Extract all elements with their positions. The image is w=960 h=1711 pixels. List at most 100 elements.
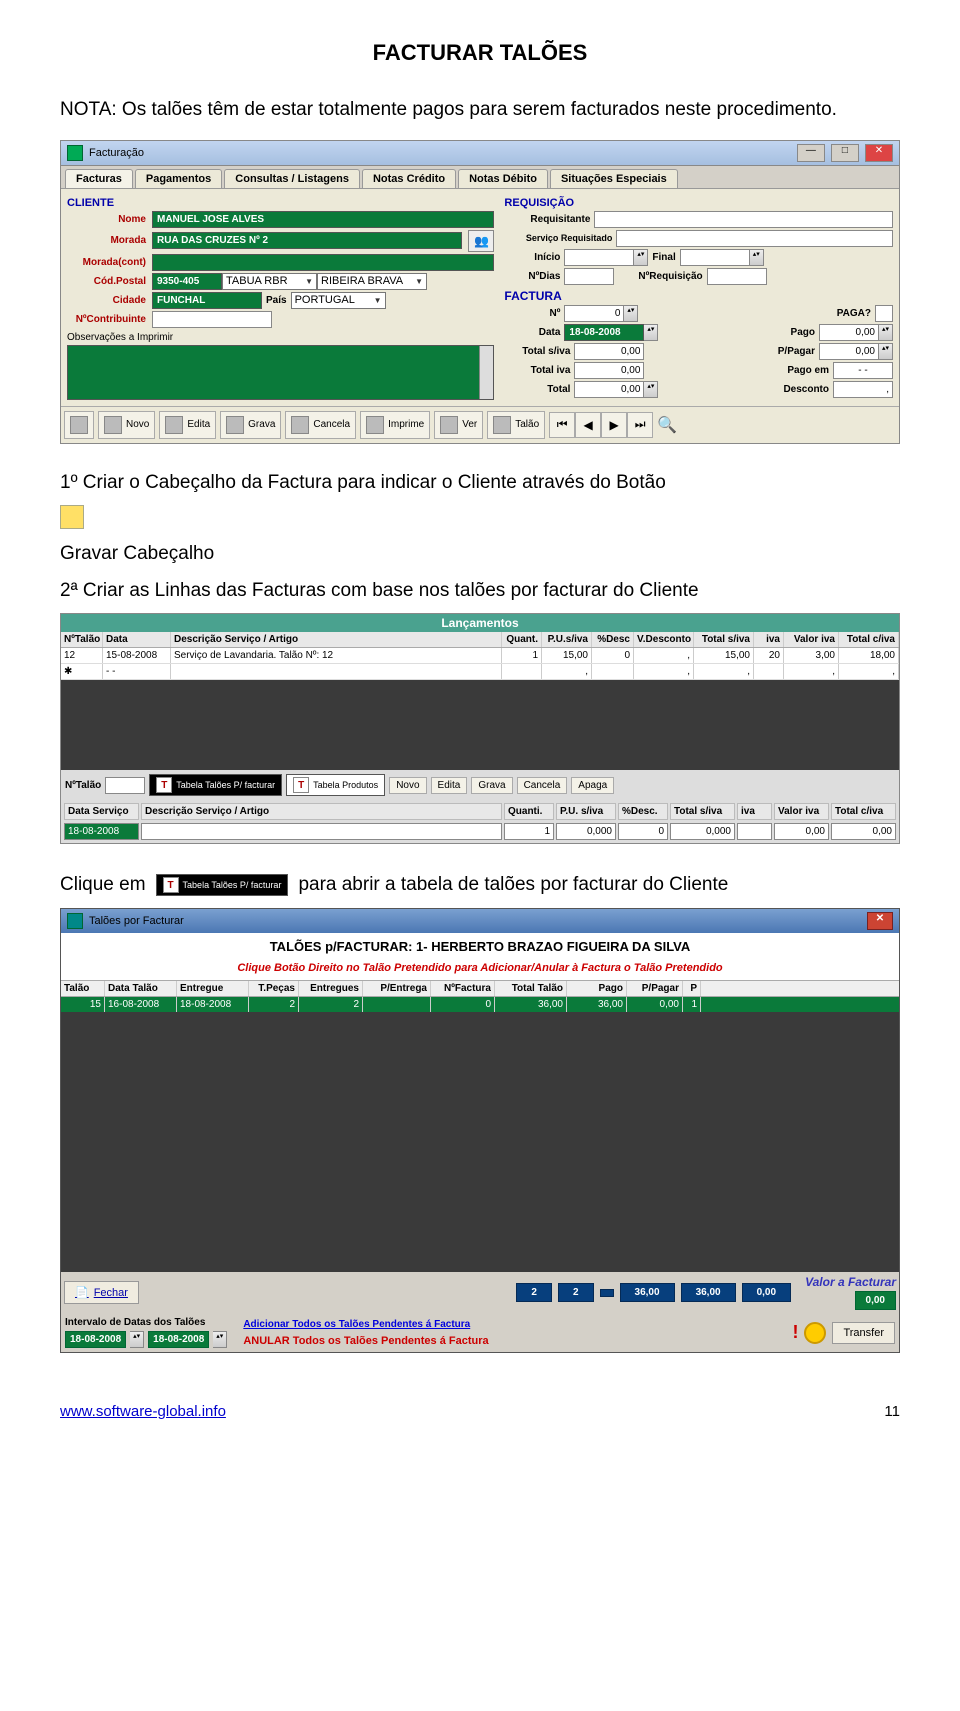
tab-consultas[interactable]: Consultas / Listagens	[224, 169, 360, 188]
sel-conc[interactable]: RIBEIRA BRAVA▼	[317, 273, 427, 290]
lbl-data: Data	[504, 327, 564, 338]
lbl-total: Total	[504, 384, 574, 395]
inline-tabela-taloes-button[interactable]: TTabela Talões P/ facturar	[156, 874, 289, 896]
tot-ent: 2	[558, 1283, 594, 1302]
prev-btn[interactable]	[64, 411, 94, 439]
novo-line-btn[interactable]: Novo	[389, 777, 426, 794]
cancela-line-btn[interactable]: Cancela	[517, 777, 568, 794]
tabela-taloes-button[interactable]: TTabela Talões P/ facturar	[149, 774, 282, 796]
edita-btn[interactable]: Edita	[159, 411, 216, 439]
val-data[interactable]: 18-08-2008	[564, 324, 644, 341]
window-titlebar: Facturação — □ ✕	[61, 141, 899, 166]
grid-body-empty	[61, 680, 899, 770]
spin-data[interactable]: ▴▾	[644, 324, 658, 341]
date-from[interactable]: 18-08-2008	[65, 1331, 126, 1348]
col-iva: iva	[754, 632, 784, 647]
spin-d1[interactable]: ▴▾	[130, 1331, 144, 1348]
lbl-pais: País	[262, 295, 291, 306]
spin-pago[interactable]: ▴▾	[879, 324, 893, 341]
val-morada[interactable]: RUA DAS CRUZES Nº 2	[152, 232, 462, 249]
nav-first[interactable]: ⏮	[549, 412, 575, 438]
val-codpost[interactable]: 9350-405	[152, 273, 222, 290]
search-icon[interactable]: 🔍	[657, 415, 677, 435]
col-tciva: Total c/iva	[839, 632, 899, 647]
spin-final[interactable]: ▴▾	[750, 249, 764, 266]
window3-titlebar: Talões por Facturar ✕	[61, 909, 899, 933]
grava-line-btn[interactable]: Grava	[471, 777, 512, 794]
val-final[interactable]	[680, 249, 750, 266]
win3-gridhead: Talão Data Talão Entregue T.Peças Entreg…	[61, 980, 899, 997]
spin-inicio[interactable]: ▴▾	[634, 249, 648, 266]
add-all-link[interactable]: Adicionar Todos os Talões Pendentes á Fa…	[243, 1319, 786, 1330]
minimize-button[interactable]: —	[797, 144, 825, 162]
val-serv[interactable]	[616, 230, 893, 247]
win3-header: TALÕES p/FACTURAR: 1- HERBERTO BRAZAO FI…	[61, 933, 899, 960]
val-n[interactable]: 0	[564, 305, 624, 322]
talao-btn[interactable]: Talão	[487, 411, 545, 439]
maximize-button[interactable]: □	[831, 144, 859, 162]
spin-d2[interactable]: ▴▾	[213, 1331, 227, 1348]
summary-labels: Data Serviço Descrição Serviço / Artigo …	[61, 800, 899, 823]
nav-last[interactable]: ⏭	[627, 412, 653, 438]
obs-textarea[interactable]	[67, 345, 494, 400]
spin-ppagar[interactable]: ▴▾	[879, 343, 893, 360]
transfer-button[interactable]: Transfer	[832, 1322, 895, 1344]
val-inicio[interactable]	[564, 249, 634, 266]
val-pagoem[interactable]: - -	[833, 362, 893, 379]
val-nreq[interactable]	[707, 268, 767, 285]
close-button[interactable]: ✕	[865, 144, 893, 162]
tab-notas-debito[interactable]: Notas Débito	[458, 169, 548, 188]
col-data: Data	[103, 632, 171, 647]
tab-notas-credito[interactable]: Notas Crédito	[362, 169, 456, 188]
tabela-produtos-button[interactable]: TTabela Produtos	[286, 774, 385, 796]
grid-row-empty[interactable]: ✱- -,,,,,	[61, 664, 899, 680]
val-desconto[interactable]: ,	[833, 381, 893, 398]
note-text: NOTA: Os talões têm de estar totalmente …	[60, 96, 900, 125]
edita-line-btn[interactable]: Edita	[431, 777, 468, 794]
chk-paga[interactable]	[875, 305, 893, 322]
val-nome[interactable]: MANUEL JOSE ALVES	[152, 211, 494, 228]
cancela-btn[interactable]: Cancela	[285, 411, 356, 439]
ver-btn[interactable]: Ver	[434, 411, 483, 439]
tabs: Facturas Pagamentos Consultas / Listagen…	[61, 166, 899, 189]
date-to[interactable]: 18-08-2008	[148, 1331, 209, 1348]
sel-pais[interactable]: PORTUGAL▼	[291, 292, 386, 309]
val-requisitante[interactable]	[594, 211, 893, 228]
val-ndias[interactable]	[564, 268, 614, 285]
win3-body	[61, 1012, 899, 1272]
nav-prev[interactable]: ◀	[575, 412, 601, 438]
t-icon: T	[293, 777, 309, 793]
people-icon	[60, 505, 84, 529]
novo-btn[interactable]: Novo	[98, 411, 155, 439]
apaga-line-btn[interactable]: Apaga	[571, 777, 614, 794]
imprime-btn[interactable]: Imprime	[360, 411, 430, 439]
val-tiva: 0,00	[574, 362, 644, 379]
nav-icon	[70, 416, 88, 434]
footer-pagenum: 11	[884, 1403, 900, 1420]
tab-facturas[interactable]: Facturas	[65, 169, 133, 188]
anular-all-link[interactable]: ANULAR Todos os Talões Pendentes á Factu…	[243, 1335, 786, 1347]
eye-icon	[440, 416, 458, 434]
val-cidade[interactable]: FUNCHAL	[152, 292, 262, 309]
tab-situacoes[interactable]: Situações Especiais	[550, 169, 678, 188]
sel-loc[interactable]: TABUA RBR▼	[222, 273, 317, 290]
spin-n[interactable]: ▴▾	[624, 305, 638, 322]
footer-url[interactable]: www.software-global.info	[60, 1403, 226, 1420]
col-ntalao: NºTalão	[61, 632, 103, 647]
spin-total[interactable]: ▴▾	[644, 381, 658, 398]
input-ntalao[interactable]	[105, 777, 145, 794]
tab-pagamentos[interactable]: Pagamentos	[135, 169, 222, 188]
nav-next[interactable]: ▶	[601, 412, 627, 438]
fechar-button[interactable]: 📄 Fechar	[64, 1281, 139, 1304]
lbl-tiva: Total iva	[504, 365, 574, 376]
grid-row[interactable]: 12 15-08-2008 Serviço de Lavandaria. Tal…	[61, 648, 899, 664]
scrollbar[interactable]	[479, 346, 493, 399]
grava-btn[interactable]: Grava	[220, 411, 281, 439]
val-moradac[interactable]	[152, 254, 494, 271]
win3-close[interactable]: ✕	[867, 912, 893, 930]
win3-row[interactable]: 15 16-08-2008 18-08-2008 2 2 0 36,00 36,…	[61, 997, 899, 1012]
col-viva: Valor iva	[784, 632, 839, 647]
t-icon: T	[163, 877, 179, 893]
select-client-button[interactable]: 👥	[468, 230, 494, 252]
val-ncontrib[interactable]	[152, 311, 272, 328]
